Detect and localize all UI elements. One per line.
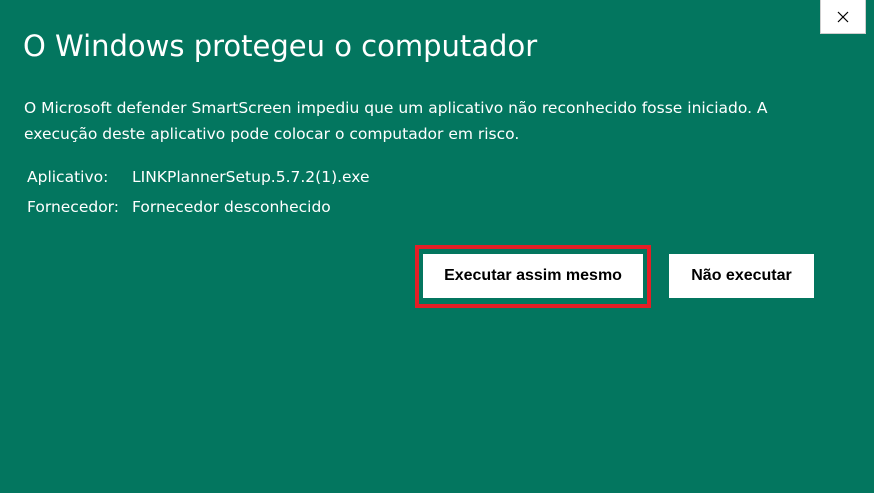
publisher-label: Fornecedor: xyxy=(27,198,120,216)
dialog-title: O Windows protegeu o computador xyxy=(23,29,538,63)
detail-row-application: Aplicativo: LINKPlannerSetup.5.7.2(1).ex… xyxy=(27,162,370,192)
smartscreen-dialog: O Windows protegeu o computador O Micros… xyxy=(0,0,874,493)
detail-row-publisher: Fornecedor: Fornecedor desconhecido xyxy=(27,192,370,222)
application-label: Aplicativo: xyxy=(27,168,109,186)
dialog-description: O Microsoft defender SmartScreen impediu… xyxy=(24,99,768,143)
run-anyway-button[interactable]: Executar assim mesmo xyxy=(423,254,643,298)
publisher-value: Fornecedor desconhecido xyxy=(132,198,331,216)
dont-run-button[interactable]: Não executar xyxy=(669,254,814,298)
close-button[interactable] xyxy=(820,0,866,34)
close-icon xyxy=(837,11,849,22)
app-details: Aplicativo: LINKPlannerSetup.5.7.2(1).ex… xyxy=(27,162,370,222)
application-value: LINKPlannerSetup.5.7.2(1).exe xyxy=(132,168,370,186)
